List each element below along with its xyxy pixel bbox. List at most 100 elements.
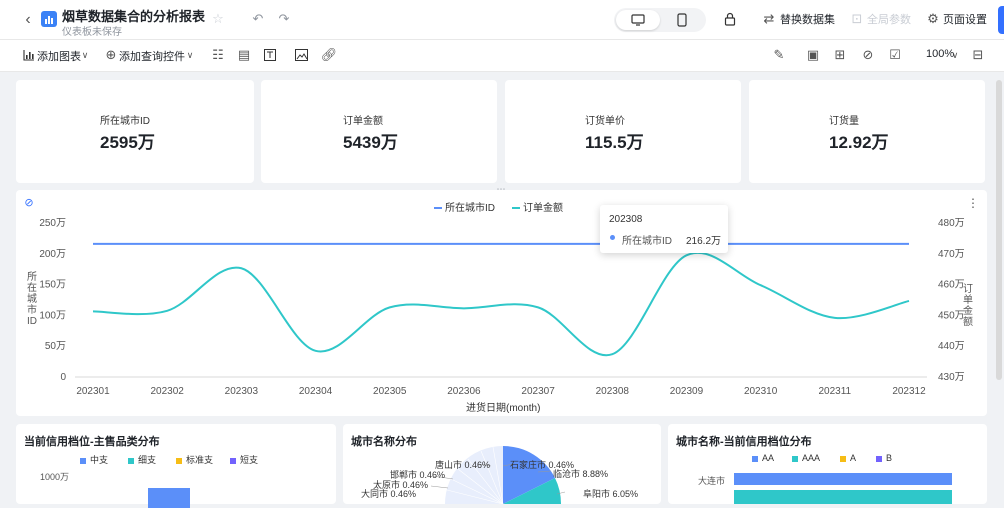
legend-label: 短支 [240, 455, 259, 465]
legend-swatch [876, 455, 882, 462]
legend-swatch [176, 457, 182, 464]
legend-label: 细支 [138, 455, 157, 465]
y-tick-label: 0 [60, 372, 66, 383]
x-tick-label: 202302 [150, 386, 184, 397]
legend-swatch [840, 455, 846, 462]
dataset-icon[interactable]: ⇄ [762, 11, 776, 27]
theme-icon[interactable]: ✎ [772, 47, 786, 63]
text-component-icon[interactable] [263, 47, 277, 63]
star-icon[interactable]: ☆ [210, 11, 226, 27]
tooltip-series: 所在城市ID [622, 236, 672, 247]
legend-label: 中支 [90, 455, 109, 465]
panel-credit-category[interactable]: 当前信用档位-主售品类分布 中支 细支 标准支 短支 1000万 [16, 424, 336, 508]
legend-item[interactable]: A [840, 453, 856, 463]
kpi-value: 12.92万 [829, 133, 889, 152]
link-icon[interactable]: 🔗︎ [321, 47, 338, 63]
settings-icon[interactable]: ⚙ [926, 11, 940, 27]
device-switch [614, 8, 706, 32]
y2-tick-label: 450万 [938, 310, 965, 321]
kpi-card-unit-price[interactable]: 订货单价 115.5万 [505, 80, 741, 183]
filter-component-icon[interactable]: ☷ [211, 47, 225, 63]
panel-title: 当前信用档位-主售品类分布 [24, 436, 160, 448]
kpi-label: 订货单价 [585, 116, 625, 127]
kpi-value: 115.5万 [585, 133, 644, 152]
x-tick-label: 202309 [670, 386, 704, 397]
page-settings-button[interactable]: 页面设置 [943, 11, 987, 27]
legend-label: A [850, 453, 857, 463]
query-icon: ⊕ [105, 47, 117, 62]
legend-item[interactable]: 细支 [128, 453, 156, 466]
kpi-label: 订单金额 [343, 116, 383, 127]
legend-label: B [886, 453, 893, 463]
checklist-icon[interactable]: ☑ [888, 47, 902, 63]
panel-city-distribution[interactable]: 城市名称分布 唐山市 0.46% 石家庄市 0.46% 邯郸市 0.46% 临沧… [343, 424, 661, 504]
x-tick-label: 202312 [892, 386, 926, 397]
panel-city-credit[interactable]: 城市名称-当前信用档位分布 AA AAA A B 大连市 [668, 424, 987, 504]
legend-swatch [80, 457, 86, 464]
bar[interactable] [734, 473, 952, 485]
legend-item[interactable]: AA [752, 453, 774, 463]
zoom-select[interactable]: 100% [926, 48, 954, 60]
kpi-card-city-id[interactable]: 所在城市ID 2595万 [16, 80, 254, 183]
layout-icon[interactable]: ⊞ [833, 47, 847, 63]
kpi-card-order-amount[interactable]: 订单金额 5439万 [261, 80, 497, 183]
replace-dataset-button[interactable]: 替换数据集 [780, 11, 835, 27]
tooltip-dot [610, 235, 615, 240]
x-tick-label: 202305 [373, 386, 407, 397]
legend-item[interactable]: AAA [792, 453, 820, 463]
preview-icon[interactable]: ⊘ [861, 47, 875, 63]
lock-icon[interactable] [722, 11, 738, 27]
legend-item[interactable]: 短支 [230, 453, 258, 466]
redo-icon[interactable]: ↷ [276, 11, 292, 27]
y2-tick-label: 440万 [938, 341, 965, 352]
pie-label: 临沧市 8.88% [553, 469, 609, 479]
tooltip-value: 216.2万 [686, 236, 722, 247]
back-icon[interactable]: ‹ [20, 10, 36, 30]
x-tick-label: 202304 [299, 386, 333, 397]
add-chart-button[interactable]: 添加图表 [37, 48, 81, 64]
y-tick-label: 150万 [39, 280, 66, 291]
global-params-icon[interactable]: ⊡ [850, 11, 864, 27]
desktop-icon[interactable] [628, 12, 648, 28]
bar[interactable] [148, 488, 190, 508]
add-query-control-button[interactable]: 添加查询控件 [119, 48, 185, 64]
page-scrollbar[interactable] [996, 80, 1002, 380]
chevron-down-icon: ∨ [951, 49, 959, 60]
chevron-down-icon: ∨ [186, 49, 194, 60]
legend-item[interactable]: 标准支 [176, 453, 213, 466]
panel-title: 城市名称-当前信用档位分布 [676, 436, 812, 448]
y-tick-label: 50万 [45, 341, 66, 352]
mobile-icon[interactable] [674, 12, 690, 28]
top-bar: ‹ 烟草数据集合的分析报表 仪表板未保存 ☆ ↶ ↷ ⇄ 替换数据集 ⊡ 全局参… [0, 0, 1004, 40]
global-params-button[interactable]: 全局参数 [867, 11, 911, 27]
x-tick-label: 202308 [596, 386, 630, 397]
y2-tick-label: 470万 [938, 249, 965, 260]
legend-item[interactable]: 中支 [80, 453, 108, 466]
x-tick-label: 202310 [744, 386, 778, 397]
kpi-card-order-qty[interactable]: 订货量 12.92万 [749, 80, 985, 183]
fullscreen-icon[interactable]: ⊟ [971, 47, 985, 63]
y-tick-label: 200万 [39, 249, 66, 260]
kpi-label: 订货量 [829, 116, 859, 127]
report-icon[interactable]: ▣ [806, 47, 820, 63]
y-tick-label: 250万 [39, 218, 66, 229]
undo-icon[interactable]: ↶ [250, 11, 266, 27]
tab-component-icon[interactable]: ▤ [237, 47, 251, 63]
publish-button-edge[interactable] [998, 6, 1004, 34]
x-tick-label: 202311 [818, 386, 851, 397]
chart-icon [22, 48, 36, 62]
chart-tooltip: 202308 所在城市ID 216.2万 [600, 205, 728, 253]
legend-label: 标准支 [186, 455, 214, 465]
x-tick-label: 202307 [521, 386, 555, 397]
image-component-icon[interactable] [294, 47, 308, 63]
x-tick-label: 202306 [447, 386, 481, 397]
legend-swatch [792, 455, 798, 462]
legend-swatch [752, 455, 758, 462]
bar[interactable] [734, 490, 952, 504]
y-tick-label: 100万 [39, 310, 66, 321]
legend-label: AA [762, 453, 775, 463]
line-chart[interactable]: 202301 202302 202303 202304 202305 202306 2023… [16, 190, 987, 416]
legend-swatch [230, 457, 236, 464]
y-tick-label: 1000万 [40, 472, 70, 482]
legend-item[interactable]: B [876, 453, 892, 463]
